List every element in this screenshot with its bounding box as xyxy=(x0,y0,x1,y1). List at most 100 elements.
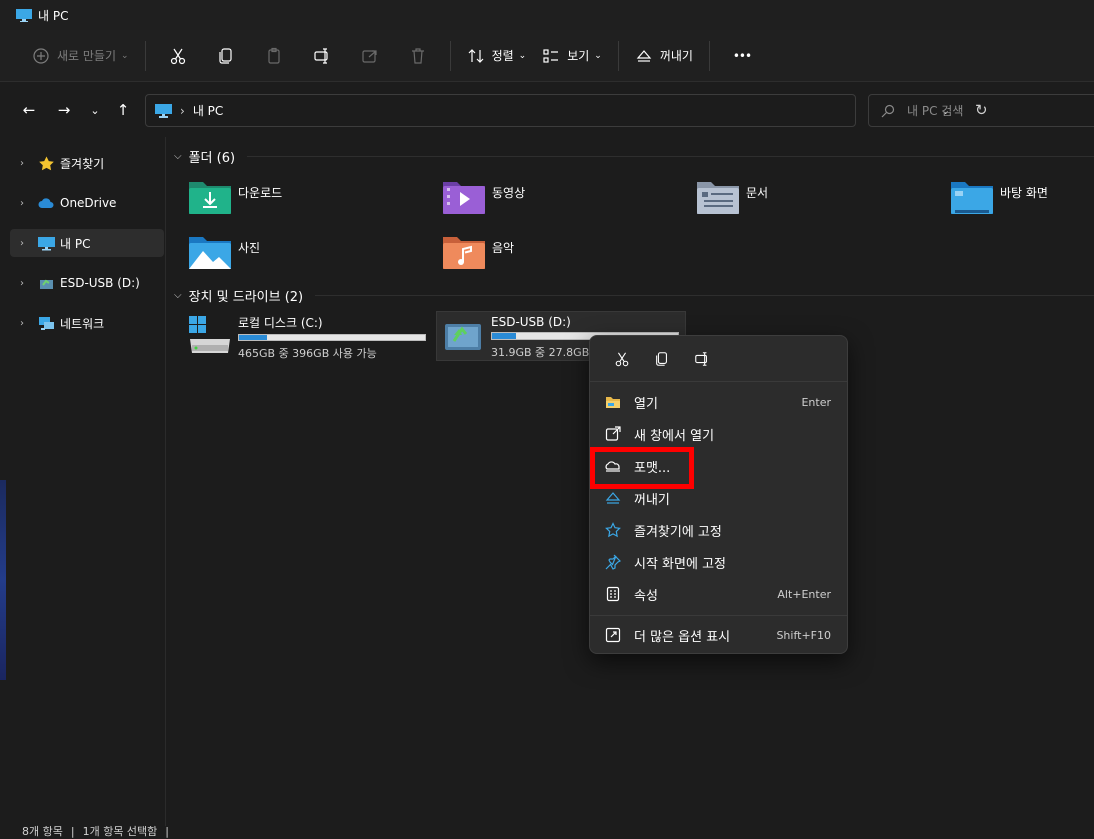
chevron-right-icon[interactable]: › xyxy=(12,158,32,169)
cloud-icon xyxy=(38,196,55,211)
menu-item-label: 꺼내기 xyxy=(634,492,670,508)
folder-pictures[interactable]: 사진 xyxy=(188,234,260,270)
folder-music[interactable]: 음악 xyxy=(442,234,514,270)
menu-item-label: 새 창에서 열기 xyxy=(634,428,715,444)
chevron-down-icon: ⌄ xyxy=(594,50,602,61)
forward-button[interactable]: → xyxy=(52,98,76,122)
menu-item-pin-favorites[interactable]: 즐겨찾기에 고정 xyxy=(596,515,841,545)
eject-button[interactable]: 꺼내기 xyxy=(627,39,701,73)
sidebar-item-label: OneDrive xyxy=(60,196,117,210)
search-input[interactable]: 내 PC 검색 xyxy=(868,94,1094,127)
paste-button[interactable] xyxy=(250,39,298,73)
toolbar-divider xyxy=(449,40,451,71)
chevron-down-icon[interactable]: ⌵ xyxy=(174,151,182,162)
window-title: 내 PC xyxy=(38,8,69,23)
delete-button[interactable] xyxy=(394,39,442,73)
folder-name: 음악 xyxy=(492,241,515,255)
pictures-folder-icon xyxy=(189,237,231,269)
folder-downloads[interactable]: 다운로드 xyxy=(188,179,282,215)
storage-bar xyxy=(238,334,426,341)
sidebar-item-network[interactable]: › 네트워크 xyxy=(10,309,164,337)
scissors-icon xyxy=(170,48,185,64)
address-row: ← → ⌄ ↑ › 내 PC ⌄ ↻ 내 PC 검색 xyxy=(0,83,1094,137)
title-bar: 내 PC xyxy=(0,0,1094,30)
chevron-right-icon[interactable]: › xyxy=(12,238,32,249)
usb-drive-icon xyxy=(445,324,481,350)
scissors-icon xyxy=(615,351,629,366)
toolbar-divider xyxy=(144,40,146,71)
sidebar-item-esd-usb[interactable]: › ESD-USB (D:) xyxy=(10,269,164,297)
sidebar-item-label: ESD-USB (D:) xyxy=(60,276,140,290)
pc-icon xyxy=(38,236,55,251)
more-icon: ••• xyxy=(732,48,752,63)
menu-item-shortcut: Enter xyxy=(801,395,831,409)
sidebar-item-favorites[interactable]: › 즐겨찾기 xyxy=(10,149,164,177)
cut-button[interactable] xyxy=(602,344,642,374)
rename-button[interactable] xyxy=(682,344,722,374)
menu-item-label: 속성 xyxy=(634,588,658,604)
group-divider xyxy=(315,294,1094,296)
selected-count: 1개 항목 선택함 xyxy=(82,825,158,838)
downloads-folder-icon xyxy=(189,182,231,214)
open-folder-icon xyxy=(604,393,622,411)
folder-videos[interactable]: 동영상 xyxy=(442,179,525,215)
copy-button[interactable] xyxy=(202,39,250,73)
usb-icon xyxy=(38,276,55,291)
music-folder-icon xyxy=(443,237,485,269)
rename-icon xyxy=(313,47,328,64)
up-button[interactable]: ↑ xyxy=(111,98,135,122)
breadcrumb[interactable]: 내 PC xyxy=(193,102,223,119)
status-divider: | xyxy=(70,825,75,838)
drive-c[interactable]: 로컬 디스크 (C:) 465GB 중 396GB 사용 가능 xyxy=(184,311,434,361)
sort-icon xyxy=(468,48,483,63)
folder-desktop[interactable]: 바탕 화면 xyxy=(950,179,1048,215)
context-menu: 열기 Enter 새 창에서 열기 포맷... 꺼내기 즐겨찾기에 고정 시작 … xyxy=(589,335,848,654)
menu-item-more-options[interactable]: 더 많은 옵션 표시 Shift+F10 xyxy=(596,620,841,650)
status-bar: 8개 항목 | 1개 항목 선택함 | xyxy=(0,826,1094,839)
menu-item-shortcut: Shift+F10 xyxy=(776,628,831,642)
menu-item-shortcut: Alt+Enter xyxy=(777,587,831,601)
chevron-right-icon[interactable]: › xyxy=(12,198,32,209)
view-button[interactable]: 보기 ⌄ xyxy=(534,39,610,73)
folder-name: 다운로드 xyxy=(238,186,283,200)
menu-item-label: 더 많은 옵션 표시 xyxy=(634,629,731,645)
sidebar-item-onedrive[interactable]: › OneDrive xyxy=(10,189,164,217)
folder-name: 바탕 화면 xyxy=(1000,186,1048,200)
eject-icon xyxy=(604,489,622,507)
more-options-icon xyxy=(604,626,622,644)
arrow-up-icon: ↑ xyxy=(116,101,130,119)
menu-item-properties[interactable]: 속성 Alt+Enter xyxy=(596,579,841,609)
sidebar-item-this-pc[interactable]: › 내 PC xyxy=(10,229,164,257)
toolbar-divider xyxy=(617,40,619,71)
arrow-left-icon: ← xyxy=(22,101,36,119)
new-button-label: 새로 만들기 xyxy=(57,49,117,63)
new-window-icon xyxy=(604,425,622,443)
view-button-label: 보기 xyxy=(567,49,590,63)
recent-locations-button[interactable]: ⌄ xyxy=(83,98,107,122)
pc-icon xyxy=(155,103,172,118)
desktop-folder-icon xyxy=(951,182,993,214)
menu-item-pin-start[interactable]: 시작 화면에 고정 xyxy=(596,547,841,577)
drives-group-header[interactable]: ⌵ 장치 및 드라이브 (2) xyxy=(174,285,1094,305)
chevron-down-icon[interactable]: ⌵ xyxy=(174,290,182,301)
chevron-right-icon[interactable]: › xyxy=(12,278,32,289)
copy-button[interactable] xyxy=(642,344,682,374)
context-menu-quick-actions xyxy=(590,336,847,382)
folder-documents[interactable]: 문서 xyxy=(696,179,768,215)
menu-item-open[interactable]: 열기 Enter xyxy=(596,387,841,417)
chevron-right-icon[interactable]: › xyxy=(12,318,32,329)
plus-circle-icon xyxy=(33,47,49,64)
more-button[interactable]: ••• xyxy=(718,39,766,73)
back-button[interactable]: ← xyxy=(17,98,41,122)
new-button[interactable]: 새로 만들기 ⌄ xyxy=(24,39,137,73)
view-icon xyxy=(543,48,559,63)
sort-button[interactable]: 정렬 ⌄ xyxy=(459,39,535,73)
rename-icon xyxy=(695,351,707,366)
folders-group-header[interactable]: ⌵ 폴더 (6) xyxy=(174,146,1094,166)
rename-button[interactable] xyxy=(298,39,346,73)
folder-name: 사진 xyxy=(238,241,261,255)
cut-button[interactable] xyxy=(154,39,202,73)
address-bar[interactable]: › 내 PC ⌄ ↻ xyxy=(145,94,988,127)
menu-item-open-new-window[interactable]: 새 창에서 열기 xyxy=(596,419,841,449)
share-button[interactable] xyxy=(346,39,394,73)
